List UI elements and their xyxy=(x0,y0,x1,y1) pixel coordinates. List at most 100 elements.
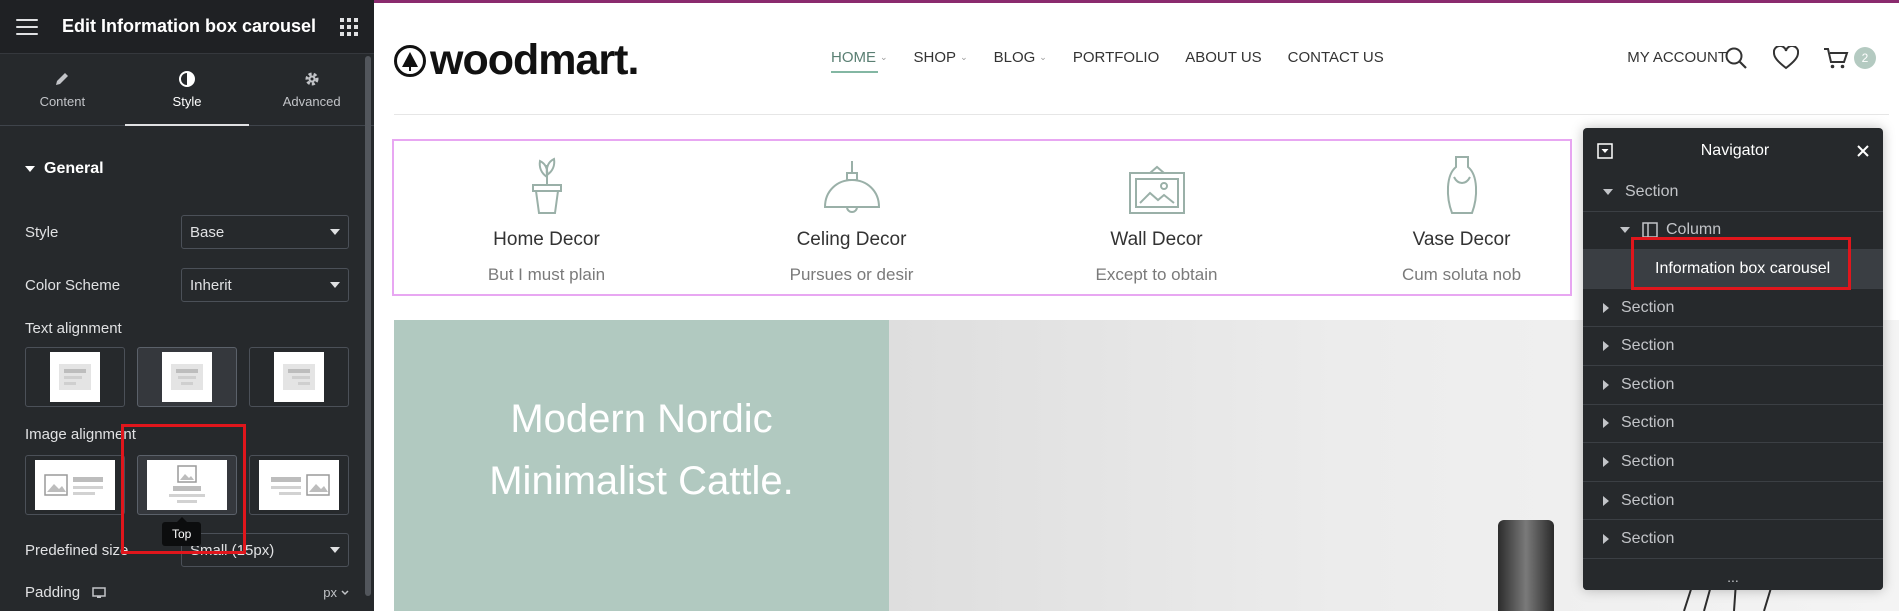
nav-home[interactable]: HOME ⌄ xyxy=(831,49,888,73)
text-align-center-option[interactable] xyxy=(137,347,237,407)
info-box-title: Vase Decor xyxy=(1412,229,1511,250)
info-box-subtitle: But I must plain xyxy=(487,265,606,284)
nav-shop[interactable]: SHOP ⌄ xyxy=(914,49,968,66)
image-align-right-option[interactable] xyxy=(249,455,349,515)
caret-right-icon xyxy=(1603,456,1609,467)
text-align-center-icon xyxy=(171,364,203,390)
text-align-right-icon xyxy=(283,364,315,390)
half-circle-icon xyxy=(179,71,195,87)
predefined-size-label: Predefined size xyxy=(25,541,129,559)
padding-control: Padding px xyxy=(25,584,349,601)
logo-text: woodmart. xyxy=(430,36,639,84)
site-logo[interactable]: woodmart. xyxy=(394,36,639,85)
tab-style-label: Style xyxy=(172,94,202,109)
information-box-carousel[interactable]: Home Decor But I must plain Celing Decor… xyxy=(392,139,1572,296)
caret-down-icon xyxy=(1603,188,1613,195)
row-label: Section xyxy=(1621,491,1675,509)
text-alignment-choices xyxy=(25,347,349,407)
navigator-row-section[interactable]: Section xyxy=(1583,405,1883,444)
chevron-down-icon: ⌄ xyxy=(880,52,888,62)
desktop-icon[interactable] xyxy=(92,586,106,599)
highlight-information-box-carousel-row xyxy=(1631,237,1851,290)
info-box-title: Celing Decor xyxy=(796,229,907,250)
style-select[interactable]: Base xyxy=(181,215,349,249)
caret-right-icon xyxy=(1603,379,1609,390)
nav-blog[interactable]: BLOG ⌄ xyxy=(994,49,1047,66)
text-alignment-label: Text alignment xyxy=(25,320,122,337)
navigator-row-section[interactable]: Section xyxy=(1583,482,1883,521)
caret-right-icon xyxy=(1603,534,1609,545)
section-general-toggle[interactable]: General xyxy=(0,142,374,196)
caret-down-icon xyxy=(25,166,35,172)
hamburger-menu-icon[interactable] xyxy=(16,18,38,35)
info-box[interactable]: Celing Decor Pursues or desir xyxy=(699,141,1004,285)
header-divider xyxy=(394,114,1889,115)
collapse-all-icon[interactable] xyxy=(1597,142,1613,159)
navigator-row-section[interactable]: Section xyxy=(1583,443,1883,482)
nav-contact-us[interactable]: CONTACT US xyxy=(1288,49,1384,66)
tab-style[interactable]: Style xyxy=(124,54,250,126)
picture-frame-icon xyxy=(1128,165,1185,214)
navigator-panel[interactable]: Navigator Section Column Information box… xyxy=(1583,128,1883,590)
panel-scrollbar[interactable] xyxy=(365,56,371,596)
color-scheme-control: Color Scheme Inherit xyxy=(25,268,349,302)
top-accent-line xyxy=(374,0,1899,3)
image-right-icon xyxy=(271,474,330,496)
navigator-resize-handle[interactable]: ... xyxy=(1583,570,1883,590)
plant-pot-icon xyxy=(531,157,562,214)
elementor-panel: Edit Information box carousel Content St… xyxy=(0,0,374,611)
nav-blog-label: BLOG xyxy=(993,49,1036,66)
widgets-grid-icon[interactable] xyxy=(340,17,358,36)
navigator-row-section[interactable]: Section xyxy=(1583,173,1883,212)
chevron-down-icon: ⌄ xyxy=(960,52,968,62)
pencil-icon xyxy=(56,73,69,85)
close-icon[interactable] xyxy=(1857,144,1869,157)
navigator-row-section[interactable]: Section xyxy=(1583,327,1883,366)
info-box-subtitle: Except to obtain xyxy=(1095,265,1218,284)
nav-portfolio[interactable]: PORTFOLIO xyxy=(1073,49,1159,66)
dropdown-arrow-icon xyxy=(330,547,340,553)
hero-vase-image xyxy=(1498,520,1554,611)
info-box-title: Home Decor xyxy=(493,229,600,250)
navigator-row-section[interactable]: Section xyxy=(1583,520,1883,559)
text-align-left-option[interactable] xyxy=(25,347,125,407)
row-label: Section xyxy=(1625,182,1679,200)
image-align-left-option[interactable] xyxy=(25,455,125,515)
heart-icon[interactable] xyxy=(1773,46,1799,70)
navigator-title: Navigator xyxy=(1700,141,1770,159)
nav-home-label: HOME xyxy=(831,49,876,66)
tab-advanced[interactable]: Advanced xyxy=(249,54,374,125)
info-box[interactable]: Home Decor But I must plain xyxy=(394,141,699,285)
color-scheme-select[interactable]: Inherit xyxy=(181,268,349,302)
row-label: Section xyxy=(1621,375,1675,393)
cart-icon[interactable] xyxy=(1823,46,1849,70)
nav-contact-label: CONTACT US xyxy=(1287,49,1384,66)
nav-about-us[interactable]: ABOUT US xyxy=(1185,49,1261,66)
tab-content-label: Content xyxy=(39,94,86,109)
panel-title: Edit Information box carousel xyxy=(61,16,317,36)
ceiling-lamp-icon xyxy=(823,161,880,213)
tab-content[interactable]: Content xyxy=(0,54,125,125)
navigator-tree: Section Column Information box carousel … xyxy=(1583,173,1883,590)
info-box[interactable]: Wall Decor Except to obtain xyxy=(1004,141,1309,285)
nav-shop-label: SHOP xyxy=(913,49,957,66)
navigator-row-section[interactable]: Section xyxy=(1583,366,1883,405)
image-left-icon xyxy=(44,474,103,496)
column-icon xyxy=(1642,222,1658,239)
text-align-right-option[interactable] xyxy=(249,347,349,407)
navigator-header[interactable]: Navigator xyxy=(1583,128,1883,173)
caret-right-icon xyxy=(1603,341,1609,352)
logo-tree-icon xyxy=(394,44,426,77)
info-box[interactable]: Vase Decor Cum soluta nob xyxy=(1309,141,1614,285)
section-general-label: General xyxy=(44,160,104,177)
search-icon[interactable] xyxy=(1724,46,1748,70)
main-navigation: HOME ⌄ SHOP ⌄ BLOG ⌄ PORTFOLIO ABOUT US CON… xyxy=(831,49,1384,73)
caret-down-icon xyxy=(1620,227,1630,234)
navigator-row-section[interactable]: Section xyxy=(1583,289,1883,328)
padding-label: Padding xyxy=(25,584,81,601)
chevron-down-icon xyxy=(341,589,349,595)
my-account-link[interactable]: MY ACCOUNT xyxy=(1627,49,1727,66)
padding-unit-select[interactable]: px xyxy=(323,585,349,600)
text-align-left-icon xyxy=(59,364,91,390)
tab-advanced-label: Advanced xyxy=(282,94,341,109)
